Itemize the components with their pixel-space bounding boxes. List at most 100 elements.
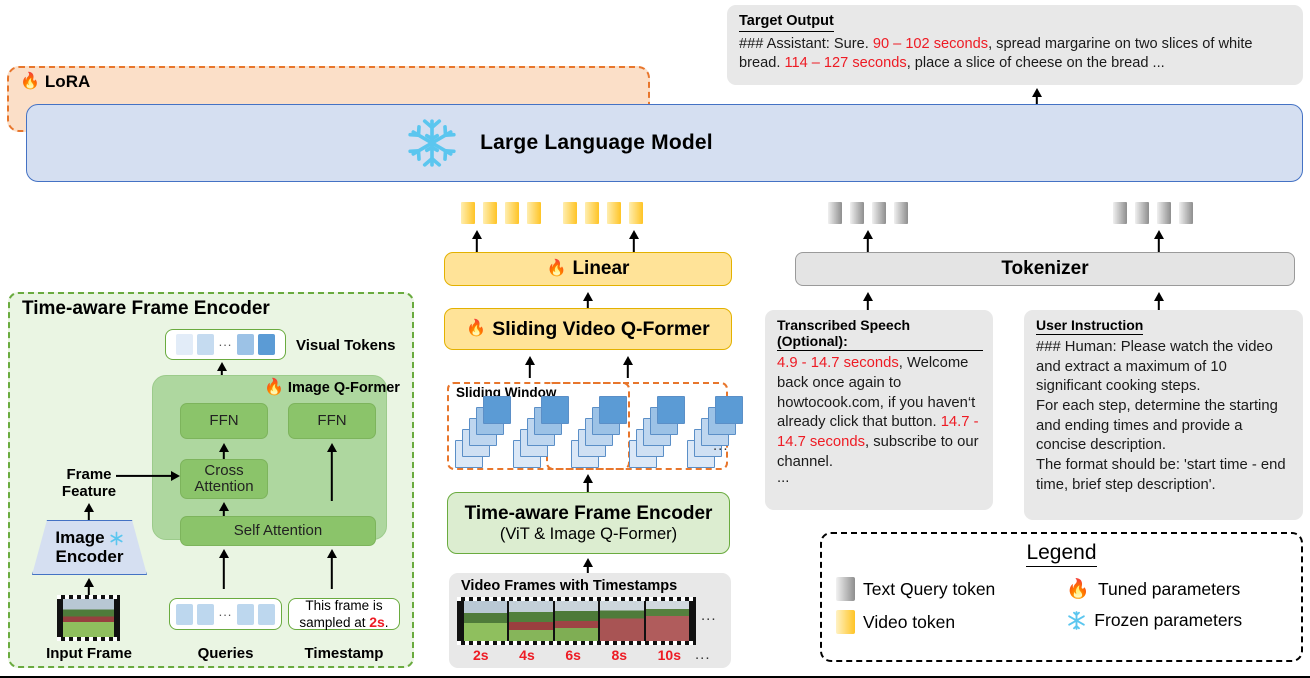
video-token xyxy=(607,202,621,224)
frame-token-stack xyxy=(513,396,569,470)
frame-token-stack xyxy=(687,396,743,470)
arrow-linear-to-tokens-1 xyxy=(470,230,484,254)
user-instruction-title: User Instruction xyxy=(1036,317,1144,336)
linear-box: 🔥 Linear xyxy=(444,252,732,286)
text-query-token xyxy=(894,202,908,224)
video-token xyxy=(629,202,643,224)
queries-strip: ... xyxy=(169,598,282,630)
input-frame-thumbnail xyxy=(57,595,120,641)
image-encoder-label-top: Image xyxy=(55,527,105,547)
video-token xyxy=(563,202,577,224)
video-token-group-1 xyxy=(461,202,541,224)
video-frames-title: Video Frames with Timestamps xyxy=(461,578,678,594)
sliding-window-ellipsis: ... xyxy=(713,437,729,454)
speech-time-1: 4.9 - 14.7 seconds xyxy=(777,355,899,372)
tokenizer-label: Tokenizer xyxy=(1001,258,1089,279)
tokenizer-box: Tokenizer xyxy=(795,252,1295,286)
text-query-token xyxy=(1135,202,1149,224)
arrow-tokenizer-to-tokens-1 xyxy=(861,230,875,254)
timestamp-text-a: This frame is xyxy=(305,597,383,613)
video-frames-box: Video Frames with Timestamps ... 2s 4s 6… xyxy=(449,573,731,668)
transcribed-speech-title: Transcribed Speech (Optional): xyxy=(777,317,983,352)
frame-timestamp: 8s xyxy=(611,646,628,663)
visual-tokens-label: Visual Tokens xyxy=(296,337,396,354)
queries-ellipsis: ... xyxy=(218,603,233,619)
arrow-frame-feature-to-cross-attention xyxy=(116,470,180,482)
lora-label: LoRA xyxy=(44,72,91,91)
video-frame-thumb xyxy=(645,601,690,641)
video-frame-thumb xyxy=(554,601,599,641)
video-frames-ellipsis: ... xyxy=(701,607,717,624)
arrow-window-to-qformer-1 xyxy=(523,356,537,378)
legend-item: Text Query token xyxy=(836,577,1066,601)
video-frame-thumb xyxy=(600,601,644,641)
legend-item-label: Text Query token xyxy=(863,578,996,599)
input-frame-label: Input Frame xyxy=(46,645,132,662)
timestamp-ellipsis: ... xyxy=(695,646,711,663)
fire-icon: 🔥 xyxy=(20,73,40,90)
visual-tokens-ellipsis: ... xyxy=(218,334,233,349)
target-output-prefix: ### Assistant: Sure. xyxy=(739,35,873,52)
image-qformer-label: Image Q-Former xyxy=(287,380,400,396)
video-token xyxy=(505,202,519,224)
video-token xyxy=(585,202,599,224)
frame-timestamp: 2s xyxy=(473,646,489,663)
text-query-token xyxy=(850,202,864,224)
transcribed-speech-body: 4.9 - 14.7 seconds, Welcome back once ag… xyxy=(777,354,983,487)
text-query-token xyxy=(1113,202,1127,224)
arrow-timestamp-to-ffn-right xyxy=(325,443,339,501)
legend-box: Legend Text Query token Video token 🔥 Tu… xyxy=(820,532,1303,662)
llm-title: Large Language Model xyxy=(480,131,713,154)
speech-trailing-ellipsis: ... xyxy=(777,470,790,487)
user-instruction-body: ### Human: Please watch the video and ex… xyxy=(1036,339,1286,493)
legend-item: Video token xyxy=(836,610,1066,634)
snowflake-icon xyxy=(408,119,456,167)
text-query-token-swatch xyxy=(836,577,855,601)
query-token xyxy=(175,603,193,625)
transcribed-speech-box: Transcribed Speech (Optional): 4.9 - 14.… xyxy=(765,310,993,510)
cross-attention-block: Cross Attention xyxy=(180,459,268,499)
timestamp-value: 2s xyxy=(369,613,385,630)
ffn-left-block: FFN xyxy=(180,403,268,439)
arrow-linear-to-tokens-2 xyxy=(627,230,641,254)
legend-item-label: Frozen parameters xyxy=(1094,610,1243,630)
video-token-swatch xyxy=(836,610,855,634)
target-output-title: Target Output xyxy=(739,13,834,32)
video-frame-thumb xyxy=(509,601,553,641)
legend-item-label: Video token xyxy=(863,611,956,632)
tafe-mid-subtitle: (ViT & Image Q-Former) xyxy=(499,524,678,543)
sliding-video-qformer-box: 🔥 Sliding Video Q-Former xyxy=(444,308,732,350)
text-query-token xyxy=(828,202,842,224)
text-query-token xyxy=(872,202,886,224)
arrow-timestamp-to-self-attention xyxy=(325,549,339,589)
cross-attention-label: Cross Attention xyxy=(194,461,254,495)
frame-timestamp: 6s xyxy=(565,646,581,663)
arrow-queries-to-self-attention xyxy=(217,549,231,589)
queries-label: Queries xyxy=(197,645,254,662)
timestamp-label: Timestamp xyxy=(304,645,384,662)
text-query-token xyxy=(1157,202,1171,224)
timestamp-box: This frame is sampled at 2s. xyxy=(288,598,400,630)
sliding-video-qformer-label: Sliding Video Q-Former xyxy=(492,317,710,340)
frame-feature-label: Frame Feature xyxy=(61,466,117,500)
fire-icon: 🔥 xyxy=(1066,579,1090,600)
tafe-detail-title: Time-aware Frame Encoder xyxy=(22,298,270,319)
text-query-token xyxy=(1179,202,1193,224)
visual-token xyxy=(175,334,193,355)
frame-token-stacks xyxy=(455,396,743,470)
visual-tokens-strip: ... xyxy=(165,329,286,360)
text-token-group-2 xyxy=(1113,202,1193,224)
target-output-box: Target Output ### Assistant: Sure. 90 – … xyxy=(727,5,1303,85)
arrow-tokenizer-to-tokens-2 xyxy=(1152,230,1166,254)
arrow-input-frame-to-encoder xyxy=(82,578,96,596)
diagram-canvas: Target Output ### Assistant: Sure. 90 – … xyxy=(0,0,1310,678)
target-output-time-2: 114 – 127 seconds xyxy=(784,54,907,71)
query-token xyxy=(237,603,255,625)
tafe-mid-title: Time-aware Frame Encoder xyxy=(464,502,713,524)
fire-icon: 🔥 xyxy=(546,260,567,277)
timestamp-period: . xyxy=(384,614,389,630)
ffn-left-label: FFN xyxy=(209,411,239,429)
target-output-body: ### Assistant: Sure. 90 – 102 seconds, s… xyxy=(739,35,1293,73)
video-frame-thumb xyxy=(464,601,508,641)
time-aware-frame-encoder-mid-box: Time-aware Frame Encoder (ViT & Image Q-… xyxy=(447,492,730,554)
